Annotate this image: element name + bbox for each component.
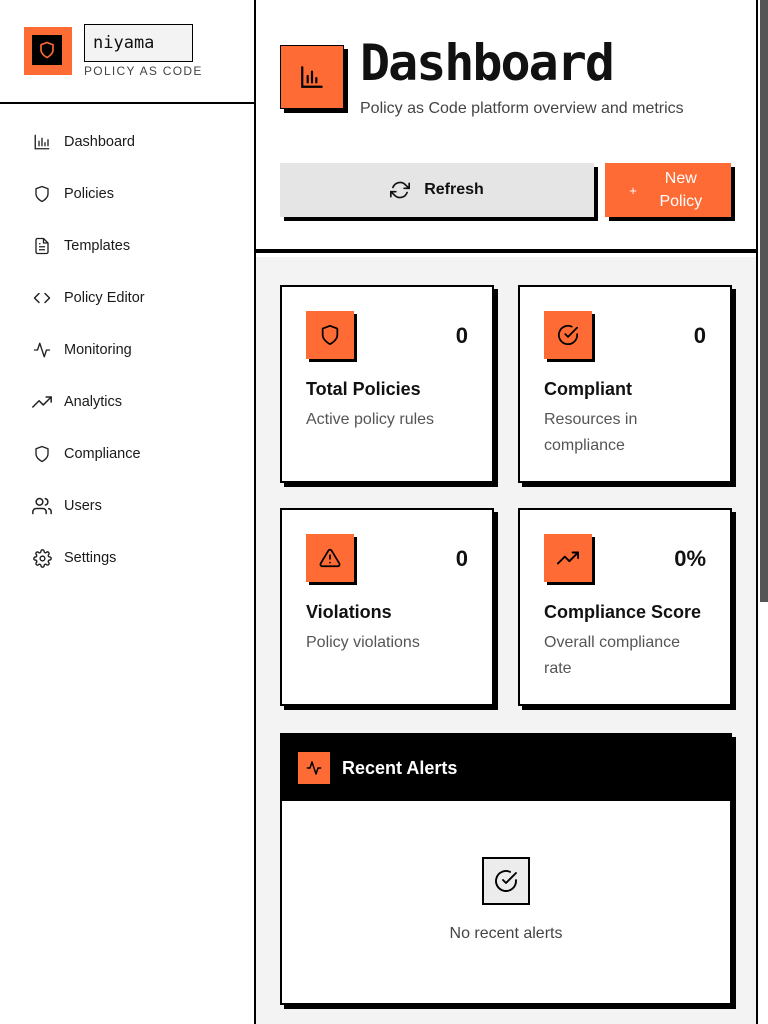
empty-state-text: No recent alerts: [449, 925, 563, 942]
stat-description: Resources in compliance: [544, 411, 638, 454]
main-content: Dashboard Policy as Code platform overvi…: [256, 0, 756, 1024]
shield-icon: [35, 185, 49, 203]
trending-up-icon: [32, 396, 52, 408]
new-policy-button-label: New Policy: [659, 170, 703, 210]
stat-card-total-policies: 0 Total Policies Active policy rules: [280, 285, 494, 483]
shield-icon: [35, 445, 49, 463]
new-policy-button[interactable]: + New Policy: [605, 163, 731, 217]
refresh-button-label: Refresh: [424, 181, 484, 198]
stat-value: 0: [455, 546, 468, 571]
stat-card-violations: 0 Violations Policy violations: [280, 508, 494, 706]
sidebar-item-templates[interactable]: Templates: [0, 226, 254, 266]
refresh-button[interactable]: Refresh: [280, 163, 594, 217]
stat-card-compliance-score: 0% Compliance Score Overall compliance r…: [518, 508, 732, 706]
stat-title: Compliance Score: [544, 602, 702, 622]
stat-value: 0: [693, 323, 706, 348]
sidebar-item-settings[interactable]: Settings: [0, 538, 254, 578]
shield-icon: [321, 324, 339, 346]
activity-icon: [33, 342, 51, 358]
stat-description: Overall compliance rate: [544, 634, 681, 677]
stat-title: Total Policies: [306, 379, 421, 399]
page-header: Dashboard Policy as Code platform overvi…: [256, 0, 756, 253]
sidebar-item-label: Dashboard: [64, 134, 135, 150]
brand-name: niyama: [84, 24, 193, 62]
stat-description: Policy violations: [306, 634, 420, 651]
plus-icon: +: [629, 182, 637, 198]
activity-icon: [306, 761, 322, 775]
bar-chart-icon: [301, 66, 323, 88]
sidebar-item-label: Monitoring: [64, 342, 132, 358]
brand-header: niyama POLICY AS CODE: [0, 0, 256, 104]
file-text-icon: [35, 237, 49, 255]
sidebar-item-users[interactable]: Users: [0, 486, 254, 526]
alert-triangle-icon: [319, 548, 341, 568]
check-circle-icon: [558, 325, 579, 346]
sidebar-item-label: Policies: [64, 186, 114, 202]
shield-icon: [40, 41, 54, 59]
page-header-icon: [280, 45, 344, 109]
recent-alerts-title: Recent Alerts: [342, 757, 458, 778]
stat-value: 0: [455, 323, 468, 348]
dashboard-content: 0 Total Policies Active policy rules 0 C…: [256, 257, 756, 1024]
page-title: Dashboard: [360, 34, 615, 92]
sidebar-item-label: Templates: [64, 238, 131, 254]
sidebar-item-monitoring[interactable]: Monitoring: [0, 330, 254, 370]
recent-alerts-panel: Recent Alerts No recent alerts: [280, 733, 732, 1005]
sidebar-item-label: Compliance: [64, 446, 141, 462]
brand-tagline: POLICY AS CODE: [84, 64, 203, 78]
refresh-icon: [390, 181, 411, 199]
recent-alerts-header: Recent Alerts: [282, 735, 730, 801]
sidebar-item-label: Settings: [64, 550, 117, 566]
page-subtitle: Policy as Code platform overview and met…: [360, 100, 684, 117]
check-circle-icon: [495, 870, 517, 892]
sidebar-item-policy-editor[interactable]: Policy Editor: [0, 278, 254, 318]
sidebar-item-policies[interactable]: Policies: [0, 174, 254, 214]
stat-description: Active policy rules: [306, 411, 435, 428]
sidebar-item-label: Analytics: [64, 394, 123, 410]
users-icon: [32, 497, 52, 515]
sidebar-item-label: Policy Editor: [64, 290, 145, 306]
stat-card-compliant: 0 Compliant Resources in compliance: [518, 285, 732, 483]
brand-logo[interactable]: [24, 27, 72, 75]
sidebar-item-label: Users: [64, 498, 102, 514]
gear-icon: [32, 548, 52, 568]
sidebar-item-compliance[interactable]: Compliance: [0, 434, 254, 474]
code-icon: [33, 292, 51, 304]
scrollbar[interactable]: [756, 0, 768, 1024]
trending-up-icon: [557, 551, 579, 565]
stat-value: 0%: [674, 546, 706, 571]
stat-title: Violations: [306, 602, 392, 622]
scrollbar-thumb[interactable]: [760, 0, 768, 602]
sidebar-item-dashboard[interactable]: Dashboard: [0, 122, 254, 162]
sidebar: niyama POLICY AS CODE Dashboard Policies…: [0, 0, 256, 1024]
bar-chart-icon: [34, 134, 50, 150]
sidebar-item-analytics[interactable]: Analytics: [0, 382, 254, 422]
stat-title: Compliant: [544, 379, 632, 399]
